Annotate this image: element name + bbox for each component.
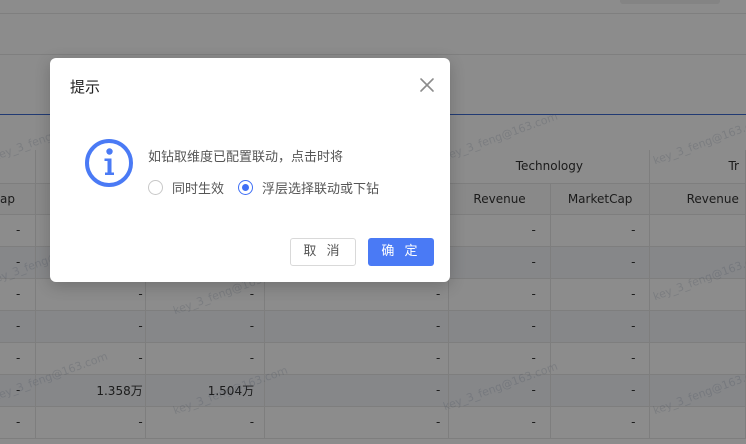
dialog-title: 提示 <box>70 78 101 96</box>
ok-button[interactable]: 确 定 <box>368 238 434 266</box>
dialog-message: 如钻取维度已配置联动，点击时将 <box>148 150 344 165</box>
confirm-dialog: 提示 如钻取维度已配置联动，点击时将 同时生效 浮层选择联动或下钻 取 消 确 … <box>50 58 450 282</box>
option-label: 同时生效 <box>172 182 225 197</box>
option-radio-group: 同时生效 浮层选择联动或下钻 <box>148 178 393 197</box>
cancel-button[interactable]: 取 消 <box>290 238 356 266</box>
radio-unchecked-icon[interactable] <box>148 180 163 195</box>
option-simultaneous-radio[interactable]: 同时生效 <box>148 178 224 197</box>
option-popover-radio[interactable]: 浮层选择联动或下钻 <box>238 178 379 197</box>
close-icon[interactable] <box>418 76 436 94</box>
info-icon <box>84 138 134 188</box>
radio-checked-icon[interactable] <box>238 180 254 195</box>
option-label: 浮层选择联动或下钻 <box>262 182 380 197</box>
